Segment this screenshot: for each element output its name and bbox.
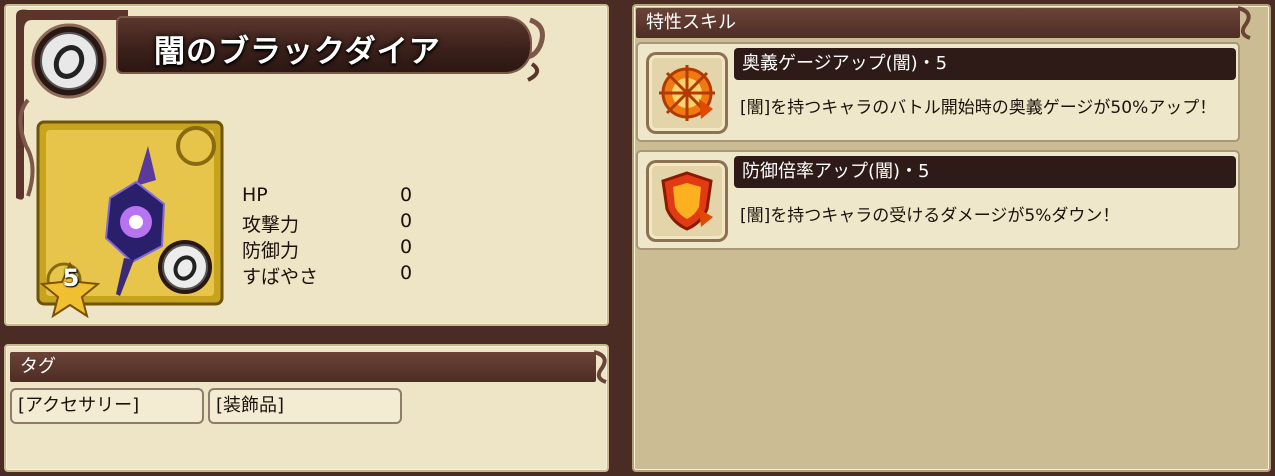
item-title-frame: 闇のブラックダイア [8, 6, 548, 200]
stat-label: すばやさ [242, 266, 319, 288]
skills-header-label: 特性スキル [646, 12, 736, 33]
ougi-gauge-up-icon [646, 52, 728, 134]
header-curl-icon [1237, 6, 1251, 40]
stat-row-attack: 攻撃力 0 [242, 210, 422, 236]
stat-row-defense: 防御力 0 [242, 236, 422, 262]
tag-accessory[interactable]: [アクセサリー] [10, 388, 204, 424]
skill-description: [闇]を持つキャラの受けるダメージが5%ダウン！ [740, 206, 1120, 226]
stat-value: 0 [400, 184, 413, 206]
skill-card[interactable]: 奥義ゲージアップ(闇)・5 [闇]を持つキャラのバトル開始時の奥義ゲージが50%… [636, 42, 1240, 142]
skill-name: 奥義ゲージアップ(闇)・5 [734, 48, 1236, 80]
item-stats: HP 0 攻撃力 0 防御力 0 すばやさ 0 [242, 184, 422, 288]
ring-category-icon [31, 23, 107, 99]
stat-label: HP [242, 184, 268, 206]
skill-card[interactable]: 防御倍率アップ(闇)・5 [闇]を持つキャラの受けるダメージが5%ダウン！ [636, 150, 1240, 250]
stat-value: 0 [400, 210, 413, 232]
tag-ornament[interactable]: [装飾品] [208, 388, 402, 424]
header-curl-icon [593, 350, 607, 384]
item-name: 闇のブラックダイア [154, 34, 441, 70]
tags-header-label: タグ [20, 356, 56, 377]
stat-value: 0 [400, 236, 413, 258]
stat-row-hp: HP 0 [242, 184, 422, 210]
tags-header: タグ [10, 350, 607, 384]
ring-type-icon [158, 240, 212, 294]
stat-label: 防御力 [242, 240, 300, 262]
defense-shield-up-icon [646, 160, 728, 242]
skill-name: 防御倍率アップ(闇)・5 [734, 156, 1236, 188]
stat-label: 攻撃力 [242, 214, 300, 236]
rarity-level: 5 [62, 264, 80, 292]
stat-row-speed: すばやさ 0 [242, 262, 422, 288]
stat-value: 0 [400, 262, 413, 284]
skill-description: [闇]を持つキャラのバトル開始時の奥義ゲージが50%アップ！ [740, 98, 1217, 118]
skills-header: 特性スキル [636, 6, 1251, 40]
